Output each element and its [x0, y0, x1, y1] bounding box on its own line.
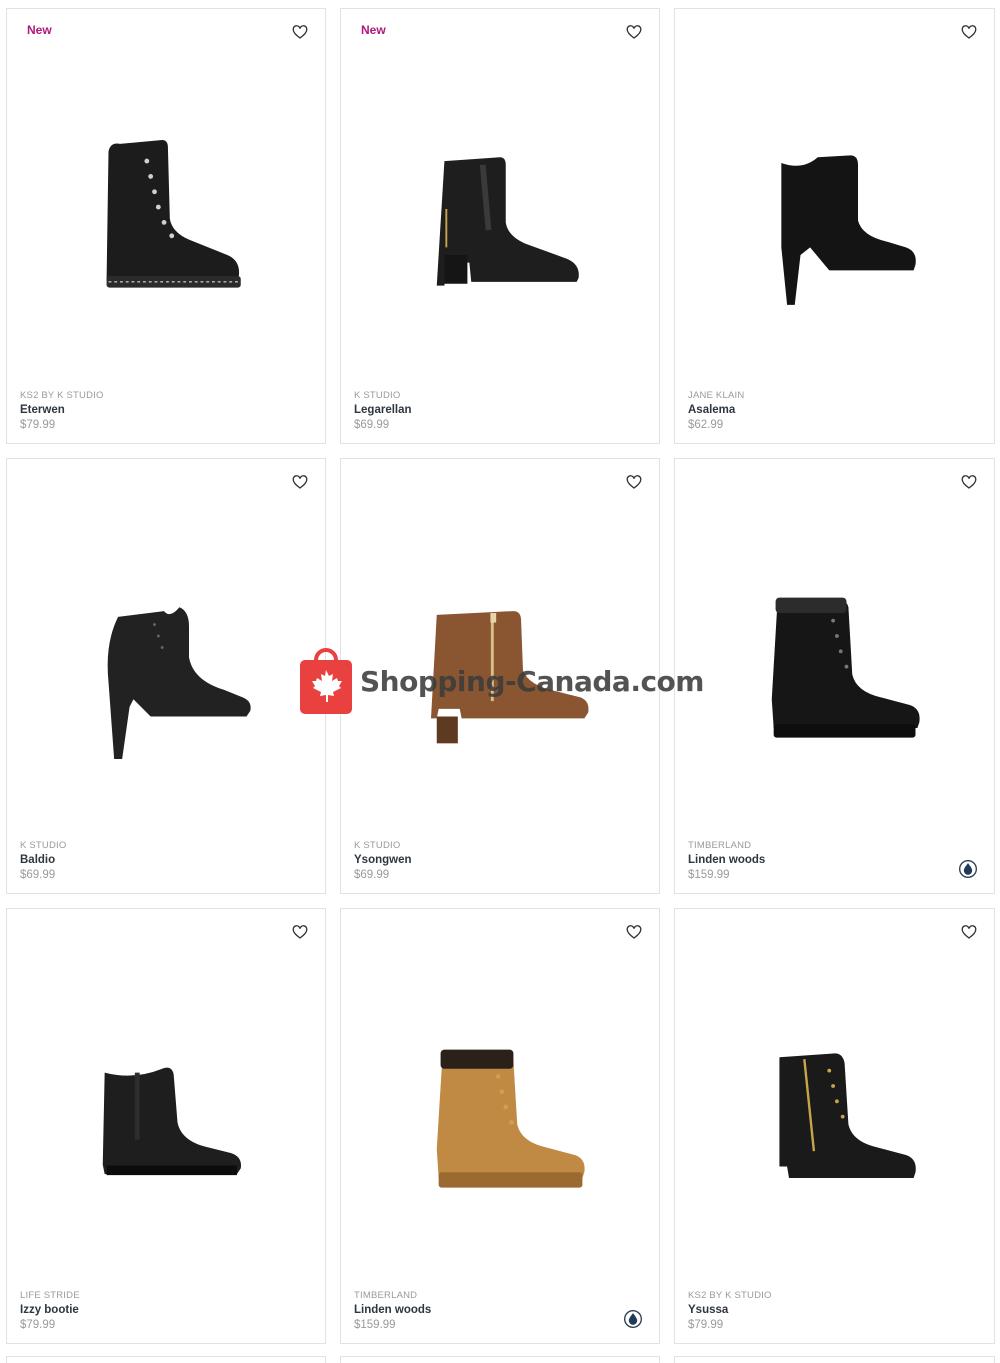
product-image[interactable]: [37, 529, 295, 789]
product-name[interactable]: Asalema: [688, 404, 735, 416]
product-name[interactable]: Baldio: [20, 854, 55, 866]
product-card[interactable]: TIMBERLAND Linden woods $159.99: [340, 908, 660, 1344]
wishlist-heart-icon[interactable]: [291, 473, 309, 491]
product-image[interactable]: [705, 529, 964, 789]
product-brand: KS2 BY K STUDIO: [688, 1290, 772, 1301]
next-row-card-edge: [6, 1356, 326, 1363]
product-card[interactable]: New KS2 BY K STUDIO Eterwen $79.99: [6, 8, 326, 444]
product-grid: New KS2 BY K STUDIO Eterwen $79.99 New K STUD…: [6, 8, 995, 1344]
product-price: $159.99: [354, 1319, 396, 1331]
product-card[interactable]: TIMBERLAND Linden woods $159.99: [674, 458, 995, 894]
product-brand: K STUDIO: [354, 390, 401, 401]
product-brand: KS2 BY K STUDIO: [20, 390, 104, 401]
product-image[interactable]: [705, 79, 964, 339]
cognac-zip-ankle-boot-icon: [431, 611, 589, 744]
black-chelsea-ankle-boot-icon: [436, 157, 579, 286]
product-brand: JANE KLAIN: [688, 390, 745, 401]
product-card[interactable]: K STUDIO Ysongwen $69.99: [340, 458, 660, 894]
product-name[interactable]: Linden woods: [688, 854, 765, 866]
product-image[interactable]: [371, 979, 629, 1239]
product-card[interactable]: New K STUDIO Legarellan $69.99: [340, 8, 660, 444]
product-price: $79.99: [20, 419, 56, 431]
product-price: $69.99: [354, 869, 390, 881]
wishlist-heart-icon[interactable]: [960, 923, 978, 941]
product-name[interactable]: Eterwen: [20, 404, 65, 416]
product-price: $62.99: [688, 419, 724, 431]
product-price: $159.99: [688, 869, 730, 881]
wishlist-heart-icon[interactable]: [960, 473, 978, 491]
product-brand: K STUDIO: [354, 840, 401, 851]
next-row-card-edge: [674, 1356, 995, 1363]
product-brand: LIFE STRIDE: [20, 1290, 80, 1301]
wishlist-heart-icon[interactable]: [291, 23, 309, 41]
product-price: $69.99: [20, 869, 56, 881]
black-zip-lace-up-boot-icon: [778, 1053, 916, 1178]
product-card[interactable]: KS2 BY K STUDIO Ysussa $79.99: [674, 908, 995, 1344]
new-badge: New: [361, 23, 386, 37]
product-image[interactable]: [37, 979, 295, 1239]
product-name[interactable]: Legarellan: [354, 404, 412, 416]
wheat-lace-up-work-boot-icon: [436, 1049, 585, 1188]
product-name[interactable]: Izzy bootie: [20, 1304, 79, 1316]
wishlist-heart-icon[interactable]: [625, 23, 643, 41]
wishlist-heart-icon[interactable]: [625, 923, 643, 941]
product-name[interactable]: Ysussa: [688, 1304, 728, 1316]
product-image[interactable]: [705, 979, 964, 1239]
product-image[interactable]: [371, 529, 629, 789]
product-price: $79.99: [20, 1319, 56, 1331]
product-card[interactable]: JANE KLAIN Asalema $62.99: [674, 8, 995, 444]
wishlist-heart-icon[interactable]: [291, 923, 309, 941]
product-price: $79.99: [688, 1319, 724, 1331]
product-price: $69.99: [354, 419, 390, 431]
black-lace-up-combat-boot-icon: [106, 140, 241, 288]
wishlist-heart-icon[interactable]: [625, 473, 643, 491]
waterproof-icon: [623, 1309, 643, 1329]
product-name[interactable]: Linden woods: [354, 1304, 431, 1316]
product-brand: TIMBERLAND: [354, 1290, 418, 1301]
black-lace-up-work-boot-icon: [771, 597, 920, 738]
product-brand: K STUDIO: [20, 840, 67, 851]
product-brand: TIMBERLAND: [688, 840, 752, 851]
product-name[interactable]: Ysongwen: [354, 854, 412, 866]
product-image[interactable]: [371, 79, 629, 339]
new-badge: New: [27, 23, 52, 37]
black-wedge-bootie-icon: [102, 1067, 242, 1176]
product-card[interactable]: K STUDIO Baldio $69.99: [6, 458, 326, 894]
product-card[interactable]: LIFE STRIDE Izzy bootie $79.99: [6, 908, 326, 1344]
next-row-card-edge: [340, 1356, 660, 1363]
waterproof-icon: [958, 859, 978, 879]
black-stiletto-bootie-icon: [107, 607, 251, 759]
product-image[interactable]: [37, 79, 295, 339]
wishlist-heart-icon[interactable]: [960, 23, 978, 41]
black-suede-heeled-bootie-icon: [780, 155, 916, 305]
